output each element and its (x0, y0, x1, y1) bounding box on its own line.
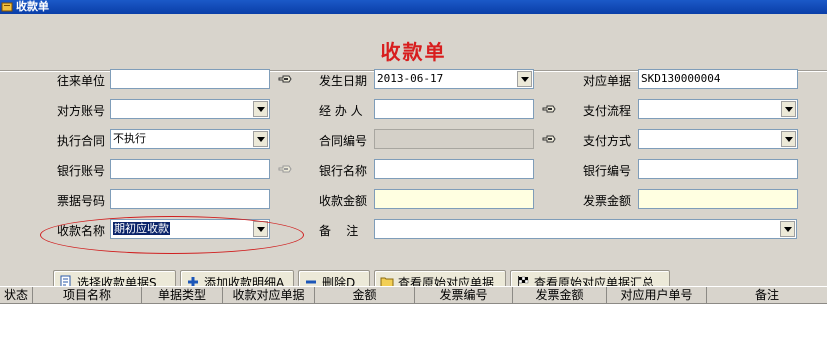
pay-flow-select[interactable] (638, 99, 798, 119)
grid-body[interactable] (0, 305, 827, 354)
column-header[interactable]: 项目名称 (33, 287, 142, 304)
note-no-label: 票据号码 (57, 194, 106, 208)
partner-label: 往来单位 (57, 74, 106, 88)
chevron-down-icon[interactable] (253, 101, 268, 117)
window-title-bar[interactable]: 收款单 (0, 0, 827, 14)
handler-lookup-icon[interactable] (542, 103, 556, 115)
contract-no-field[interactable] (374, 129, 534, 149)
doc-no-label: 对应单据 (583, 74, 632, 88)
doc-no-field[interactable]: SKD130000004 (638, 69, 798, 89)
partner-field[interactable] (110, 69, 270, 89)
bank-account-label: 银行账号 (57, 164, 106, 178)
pay-flow-label: 支付流程 (583, 104, 632, 118)
date-label: 发生日期 (319, 74, 368, 88)
chevron-down-icon[interactable] (781, 101, 796, 117)
contract-no-lookup-icon[interactable] (542, 133, 556, 145)
handler-label: 经 办 人 (319, 104, 363, 118)
column-header[interactable]: 发票编号 (415, 287, 513, 304)
column-header[interactable]: 金额 (315, 287, 415, 304)
pay-method-select[interactable] (638, 129, 798, 149)
highlight-oval (40, 216, 304, 254)
contract-exec-value: 不执行 (113, 132, 146, 145)
bank-account-lookup-icon[interactable] (278, 163, 292, 175)
column-header[interactable]: 单据类型 (142, 287, 223, 304)
column-header[interactable]: 收款对应单据 (223, 287, 315, 304)
form-panel: 收款单 往来单位 对方账号 执行合同 银行账号 票据号码 收款名称 不执行 期初… (0, 14, 827, 294)
pay-method-label: 支付方式 (583, 134, 632, 148)
bank-code-label: 银行编号 (583, 164, 632, 178)
contract-exec-label: 执行合同 (57, 134, 106, 148)
receipt-amount-field[interactable] (374, 189, 534, 209)
column-header[interactable]: 发票金额 (513, 287, 607, 304)
column-header[interactable]: 状态 (0, 287, 33, 304)
window-title: 收款单 (16, 0, 49, 13)
bank-account-field[interactable] (110, 159, 270, 179)
partner-lookup-icon[interactable] (278, 73, 292, 85)
remark-select[interactable] (374, 219, 797, 239)
form-title: 收款单 (380, 40, 447, 64)
chevron-down-icon[interactable] (253, 131, 268, 147)
invoice-amount-label: 发票金额 (583, 194, 632, 208)
date-picker[interactable]: 2013-06-17 (374, 69, 534, 89)
counter-account-label: 对方账号 (57, 104, 106, 118)
column-header[interactable]: 对应用户单号 (607, 287, 707, 304)
bank-code-field[interactable] (638, 159, 798, 179)
grid-header: 状态 项目名称 单据类型 收款对应单据 金额 发票编号 发票金额 对应用户单号 … (0, 286, 827, 304)
chevron-down-icon[interactable] (781, 131, 796, 147)
bank-name-field[interactable] (374, 159, 534, 179)
chevron-down-icon[interactable] (780, 221, 795, 237)
app-icon (1, 2, 13, 12)
handler-field[interactable] (374, 99, 534, 119)
invoice-amount-field[interactable] (638, 189, 798, 209)
note-no-field[interactable] (110, 189, 270, 209)
column-header[interactable]: 备注 (707, 287, 827, 304)
contract-no-label: 合同编号 (319, 134, 368, 148)
receipt-amount-label: 收款金额 (319, 194, 368, 208)
date-value: 2013-06-17 (377, 72, 444, 85)
bank-name-label: 银行名称 (319, 164, 368, 178)
contract-exec-select[interactable]: 不执行 (110, 129, 270, 149)
remark-label: 备 注 (319, 224, 359, 238)
chevron-down-icon[interactable] (517, 71, 532, 87)
counter-account-select[interactable] (110, 99, 270, 119)
